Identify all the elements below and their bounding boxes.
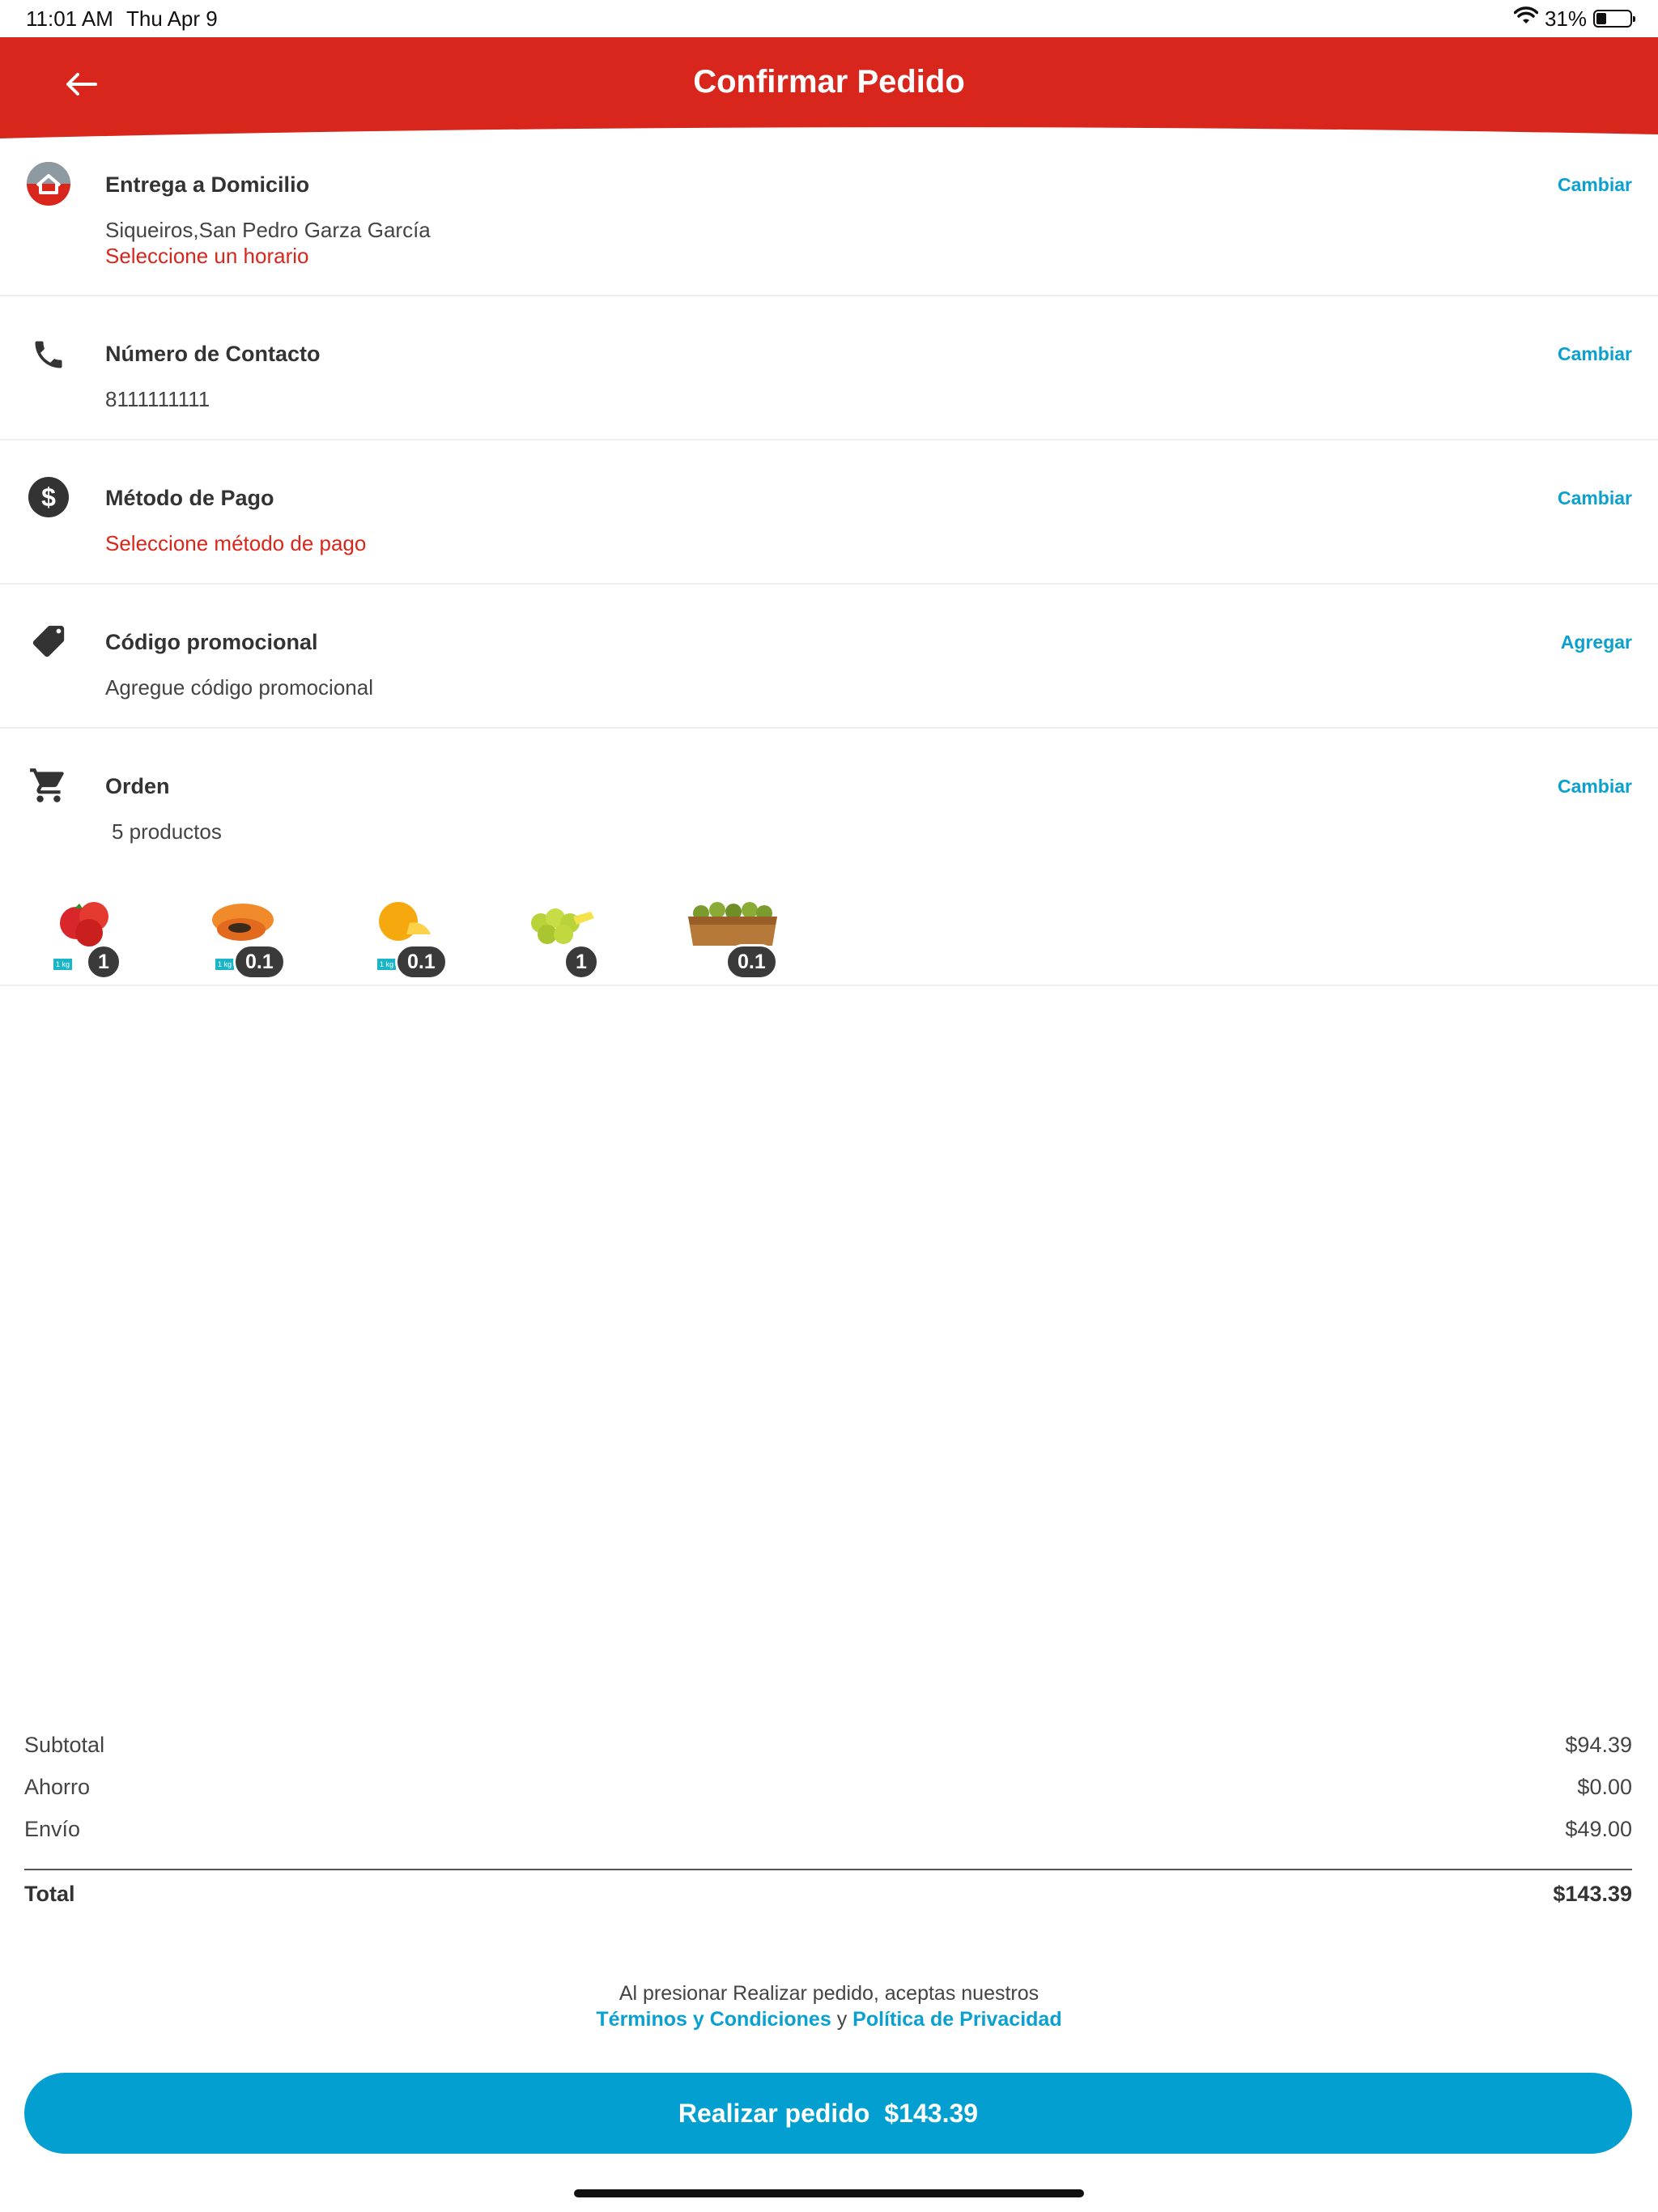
product-thumb-lime[interactable]: 1 xyxy=(523,891,620,980)
home-delivery-icon xyxy=(23,158,74,210)
order-change-button[interactable]: Cambiar xyxy=(1558,776,1632,798)
promo-code-input[interactable]: Agregue código promocional xyxy=(105,675,373,700)
total-value: $143.39 xyxy=(1553,1882,1632,1906)
product-tag: 1 kg xyxy=(53,959,73,970)
dollar-icon: $ xyxy=(23,471,74,523)
quantity-badge: 0.1 xyxy=(725,944,778,980)
product-tag: 1 kg xyxy=(215,959,235,970)
home-indicator[interactable] xyxy=(574,2189,1084,2197)
product-thumb-tomato[interactable]: 1 kg 1 xyxy=(45,891,142,980)
payment-title: Método de Pago xyxy=(105,486,274,510)
product-thumb-pear-box[interactable]: 0.1 xyxy=(685,891,782,980)
schedule-link[interactable]: Seleccione un horario xyxy=(105,244,309,269)
product-thumbnails: 1 kg 1 1 kg 0.1 1 kg 0.1 1 0.1 xyxy=(45,891,855,980)
phone-icon xyxy=(23,329,74,381)
wifi-icon xyxy=(1513,6,1539,32)
quantity-badge: 1 xyxy=(86,944,121,980)
delivery-address: Siqueiros,San Pedro Garza García xyxy=(105,218,431,242)
total-label: Total xyxy=(24,1882,75,1906)
savings-label: Ahorro xyxy=(24,1775,91,1799)
shipping-label: Envío xyxy=(24,1817,81,1841)
promo-section: Código promocional Agregar Agregue códig… xyxy=(0,585,1658,729)
subtotal-label: Subtotal xyxy=(24,1733,105,1757)
order-count: 5 productos xyxy=(112,819,222,844)
privacy-link[interactable]: Política de Privacidad xyxy=(852,2008,1061,2031)
shipping-row: Envío $49.00 xyxy=(24,1817,1632,1859)
quantity-badge: 1 xyxy=(563,944,599,980)
subtotal-value: $94.39 xyxy=(1565,1733,1632,1757)
legal-prefix: Al presionar Realizar pedido, aceptas nu… xyxy=(619,1982,1039,2005)
svg-text:$: $ xyxy=(41,483,56,512)
contact-change-button[interactable]: Cambiar xyxy=(1558,343,1632,365)
battery-icon xyxy=(1593,10,1635,28)
payment-method-link[interactable]: Seleccione método de pago xyxy=(105,531,366,556)
product-tag: 1 kg xyxy=(377,959,397,970)
order-totals: Subtotal $94.39 Ahorro $0.00 Envío $49.0… xyxy=(24,1733,1632,1924)
status-bar: 11:01 AM Thu Apr 9 31% xyxy=(0,0,1658,37)
status-time: 11:01 AM xyxy=(26,6,113,31)
shipping-value: $49.00 xyxy=(1565,1817,1632,1841)
order-title: Orden xyxy=(105,774,170,798)
contact-phone: 8111111111 xyxy=(105,387,210,411)
product-thumb-orange[interactable]: 1 kg 0.1 xyxy=(369,891,466,980)
place-order-button[interactable]: Realizar pedido $143.39 xyxy=(24,2073,1632,2154)
payment-section: $ Método de Pago Cambiar Seleccione méto… xyxy=(0,440,1658,585)
totals-divider xyxy=(24,1869,1632,1870)
cart-icon xyxy=(23,759,74,811)
legal-notice: Al presionar Realizar pedido, aceptas nu… xyxy=(0,1980,1658,2032)
contact-title: Número de Contacto xyxy=(105,342,321,366)
order-section: Orden Cambiar 5 productos 1 kg 1 1 kg 0.… xyxy=(0,729,1658,986)
promo-title: Código promocional xyxy=(105,630,318,654)
status-date: Thu Apr 9 xyxy=(126,6,218,31)
savings-value: $0.00 xyxy=(1577,1775,1632,1799)
product-thumb-papaya[interactable]: 1 kg 0.1 xyxy=(207,891,304,980)
savings-row: Ahorro $0.00 xyxy=(24,1775,1632,1817)
delivery-change-button[interactable]: Cambiar xyxy=(1558,174,1632,196)
legal-joiner: y xyxy=(836,2008,848,2031)
quantity-badge: 0.1 xyxy=(233,944,286,980)
payment-change-button[interactable]: Cambiar xyxy=(1558,487,1632,509)
tag-icon xyxy=(23,615,74,667)
delivery-section: Entrega a Domicilio Cambiar Siqueiros,Sa… xyxy=(0,138,1658,296)
quantity-badge: 0.1 xyxy=(395,944,448,980)
promo-add-button[interactable]: Agregar xyxy=(1561,632,1632,653)
terms-link[interactable]: Términos y Condiciones xyxy=(596,2008,831,2031)
header-bar: Confirmar Pedido xyxy=(0,37,1658,138)
delivery-title: Entrega a Domicilio xyxy=(105,172,310,197)
total-row: Total $143.39 xyxy=(24,1882,1632,1924)
subtotal-row: Subtotal $94.39 xyxy=(24,1733,1632,1775)
place-order-amount: $143.39 xyxy=(884,2098,979,2128)
battery-percent: 31% xyxy=(1544,6,1587,31)
contact-section: Número de Contacto Cambiar 8111111111 xyxy=(0,296,1658,440)
page-title: Confirmar Pedido xyxy=(693,64,965,100)
place-order-label: Realizar pedido xyxy=(678,2098,870,2128)
